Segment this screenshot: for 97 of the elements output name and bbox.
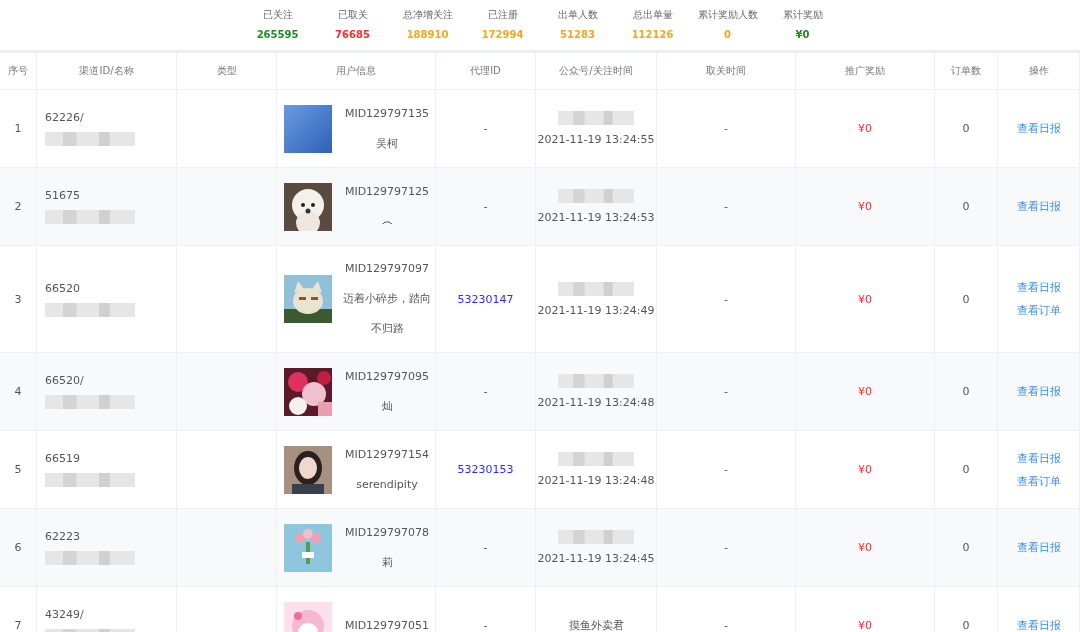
column-header: 渠道ID/名称 (79, 64, 134, 78)
reward-amount: ¥0 (858, 200, 872, 213)
action-link[interactable]: 查看日报 (1016, 450, 1061, 466)
nickname: serendipity (356, 476, 418, 493)
action-link[interactable]: 查看日报 (1016, 121, 1061, 136)
stat-label: 已注册 (487, 8, 518, 22)
stat-value: 76685 (335, 29, 370, 40)
table-cell: - (724, 292, 728, 306)
table-cell: 6 (14, 541, 22, 554)
column-header: 订单数 (951, 64, 981, 78)
follow-time: 2021-11-19 13:24:49 (537, 303, 655, 317)
stat-label: 总净增关注 (402, 8, 453, 22)
nickname: 莉 (381, 554, 393, 571)
follow-time: 2021-11-19 13:24:48 (537, 396, 655, 409)
column-header: 推广奖励 (845, 64, 885, 78)
reward-amount: ¥0 (858, 292, 872, 306)
column-header: 序号 (8, 64, 28, 78)
table-cell: 7 (14, 619, 22, 632)
action-link[interactable]: 查看日报 (1016, 618, 1061, 632)
member-id: MID129797095 (344, 368, 430, 385)
member-id: MID129797135 (344, 105, 430, 122)
column-header: 取关时间 (706, 64, 746, 78)
follow-time: 2021-11-19 13:24:48 (537, 474, 655, 487)
member-id: MID129797154 (344, 446, 430, 463)
table-cell: - (724, 385, 728, 398)
stat-label: 累计奖励人数 (697, 8, 758, 22)
stat-value: 188910 (406, 29, 449, 40)
action-link[interactable]: 查看订单 (1016, 473, 1061, 489)
table-cell: 0 (962, 292, 970, 306)
stat-value: 0 (724, 29, 731, 40)
table-cell: 0 (962, 619, 970, 632)
agent-id-link[interactable]: 53230153 (457, 463, 514, 476)
reward-amount: ¥0 (858, 385, 872, 398)
stat-label: 已关注 (262, 8, 293, 22)
action-link[interactable]: 查看日报 (1016, 540, 1061, 555)
table-cell: 0 (962, 463, 970, 476)
column-header: 操作 (1028, 64, 1049, 78)
action-link[interactable]: 查看日报 (1016, 280, 1061, 295)
table-cell: 3 (14, 292, 22, 306)
table-cell: - (724, 122, 728, 135)
channel-id: 43249/ (45, 608, 84, 621)
table-cell: 1 (14, 122, 22, 135)
stat-value: 112126 (631, 29, 674, 40)
follow-time: 2021-11-19 13:24:55 (537, 133, 655, 146)
column-header: 公众号/关注时间 (559, 64, 633, 78)
column-header: 用户信息 (336, 64, 376, 78)
table-cell: 0 (962, 200, 970, 213)
column-header: 类型 (216, 64, 237, 78)
member-id: MID129797125 (344, 183, 430, 200)
member-id: MID129797051 (344, 617, 430, 632)
reward-amount: ¥0 (858, 619, 872, 632)
table-cell: - (724, 463, 728, 476)
member-id: MID129797097 (344, 261, 430, 277)
reward-amount: ¥0 (858, 541, 872, 554)
stat-label: 出单人数 (557, 8, 598, 22)
table-cell: - (483, 385, 488, 398)
action-link[interactable]: 查看订单 (1016, 303, 1061, 318)
nickname: ෴ (382, 213, 392, 230)
table-cell: 4 (14, 385, 22, 398)
table-cell: 2 (14, 200, 22, 213)
action-link[interactable]: 查看日报 (1016, 384, 1061, 399)
stat-label: 累计奖励 (782, 8, 823, 22)
nickname: 迈着小碎步，踏向不归路 (342, 291, 432, 337)
table-cell: - (483, 619, 488, 632)
stat-value: 51283 (560, 29, 595, 40)
column-header: 代理ID (470, 64, 501, 78)
follow-time: 2021-11-19 13:24:45 (537, 552, 655, 565)
table-cell: 5 (14, 463, 22, 476)
follow-time: 2021-11-19 13:24:53 (537, 211, 655, 224)
stat-label: 已取关 (337, 8, 368, 22)
table-cell: 0 (962, 541, 970, 554)
table-cell: - (724, 200, 728, 213)
table-cell: - (724, 619, 728, 632)
nickname: 吴柯 (376, 135, 398, 152)
table-cell: 0 (962, 122, 970, 135)
channel-id: 62223 (45, 530, 80, 543)
agent-id-link[interactable]: 53230147 (457, 292, 514, 306)
stat-value: ¥0 (795, 29, 810, 40)
channel-id: 62226/ (45, 111, 84, 124)
channel-id: 66520 (45, 281, 80, 295)
table-cell: - (483, 200, 488, 213)
reward-amount: ¥0 (858, 122, 872, 135)
table-cell: 0 (962, 385, 970, 398)
account-name: 摸鱼外卖君 (568, 618, 624, 632)
channel-id: 66519 (45, 452, 80, 465)
table-cell: - (483, 122, 488, 135)
stat-value: 265595 (256, 29, 299, 40)
channel-id: 51675 (45, 189, 80, 202)
table-cell: - (724, 541, 728, 554)
table-cell: - (483, 541, 488, 554)
stat-label: 总出单量 (632, 8, 673, 22)
stat-value: 172994 (481, 29, 524, 40)
nickname: 灿 (381, 398, 393, 415)
channel-id: 66520/ (45, 374, 84, 387)
member-id: MID129797078 (344, 524, 430, 541)
action-link[interactable]: 查看日报 (1016, 199, 1061, 214)
reward-amount: ¥0 (858, 463, 872, 476)
